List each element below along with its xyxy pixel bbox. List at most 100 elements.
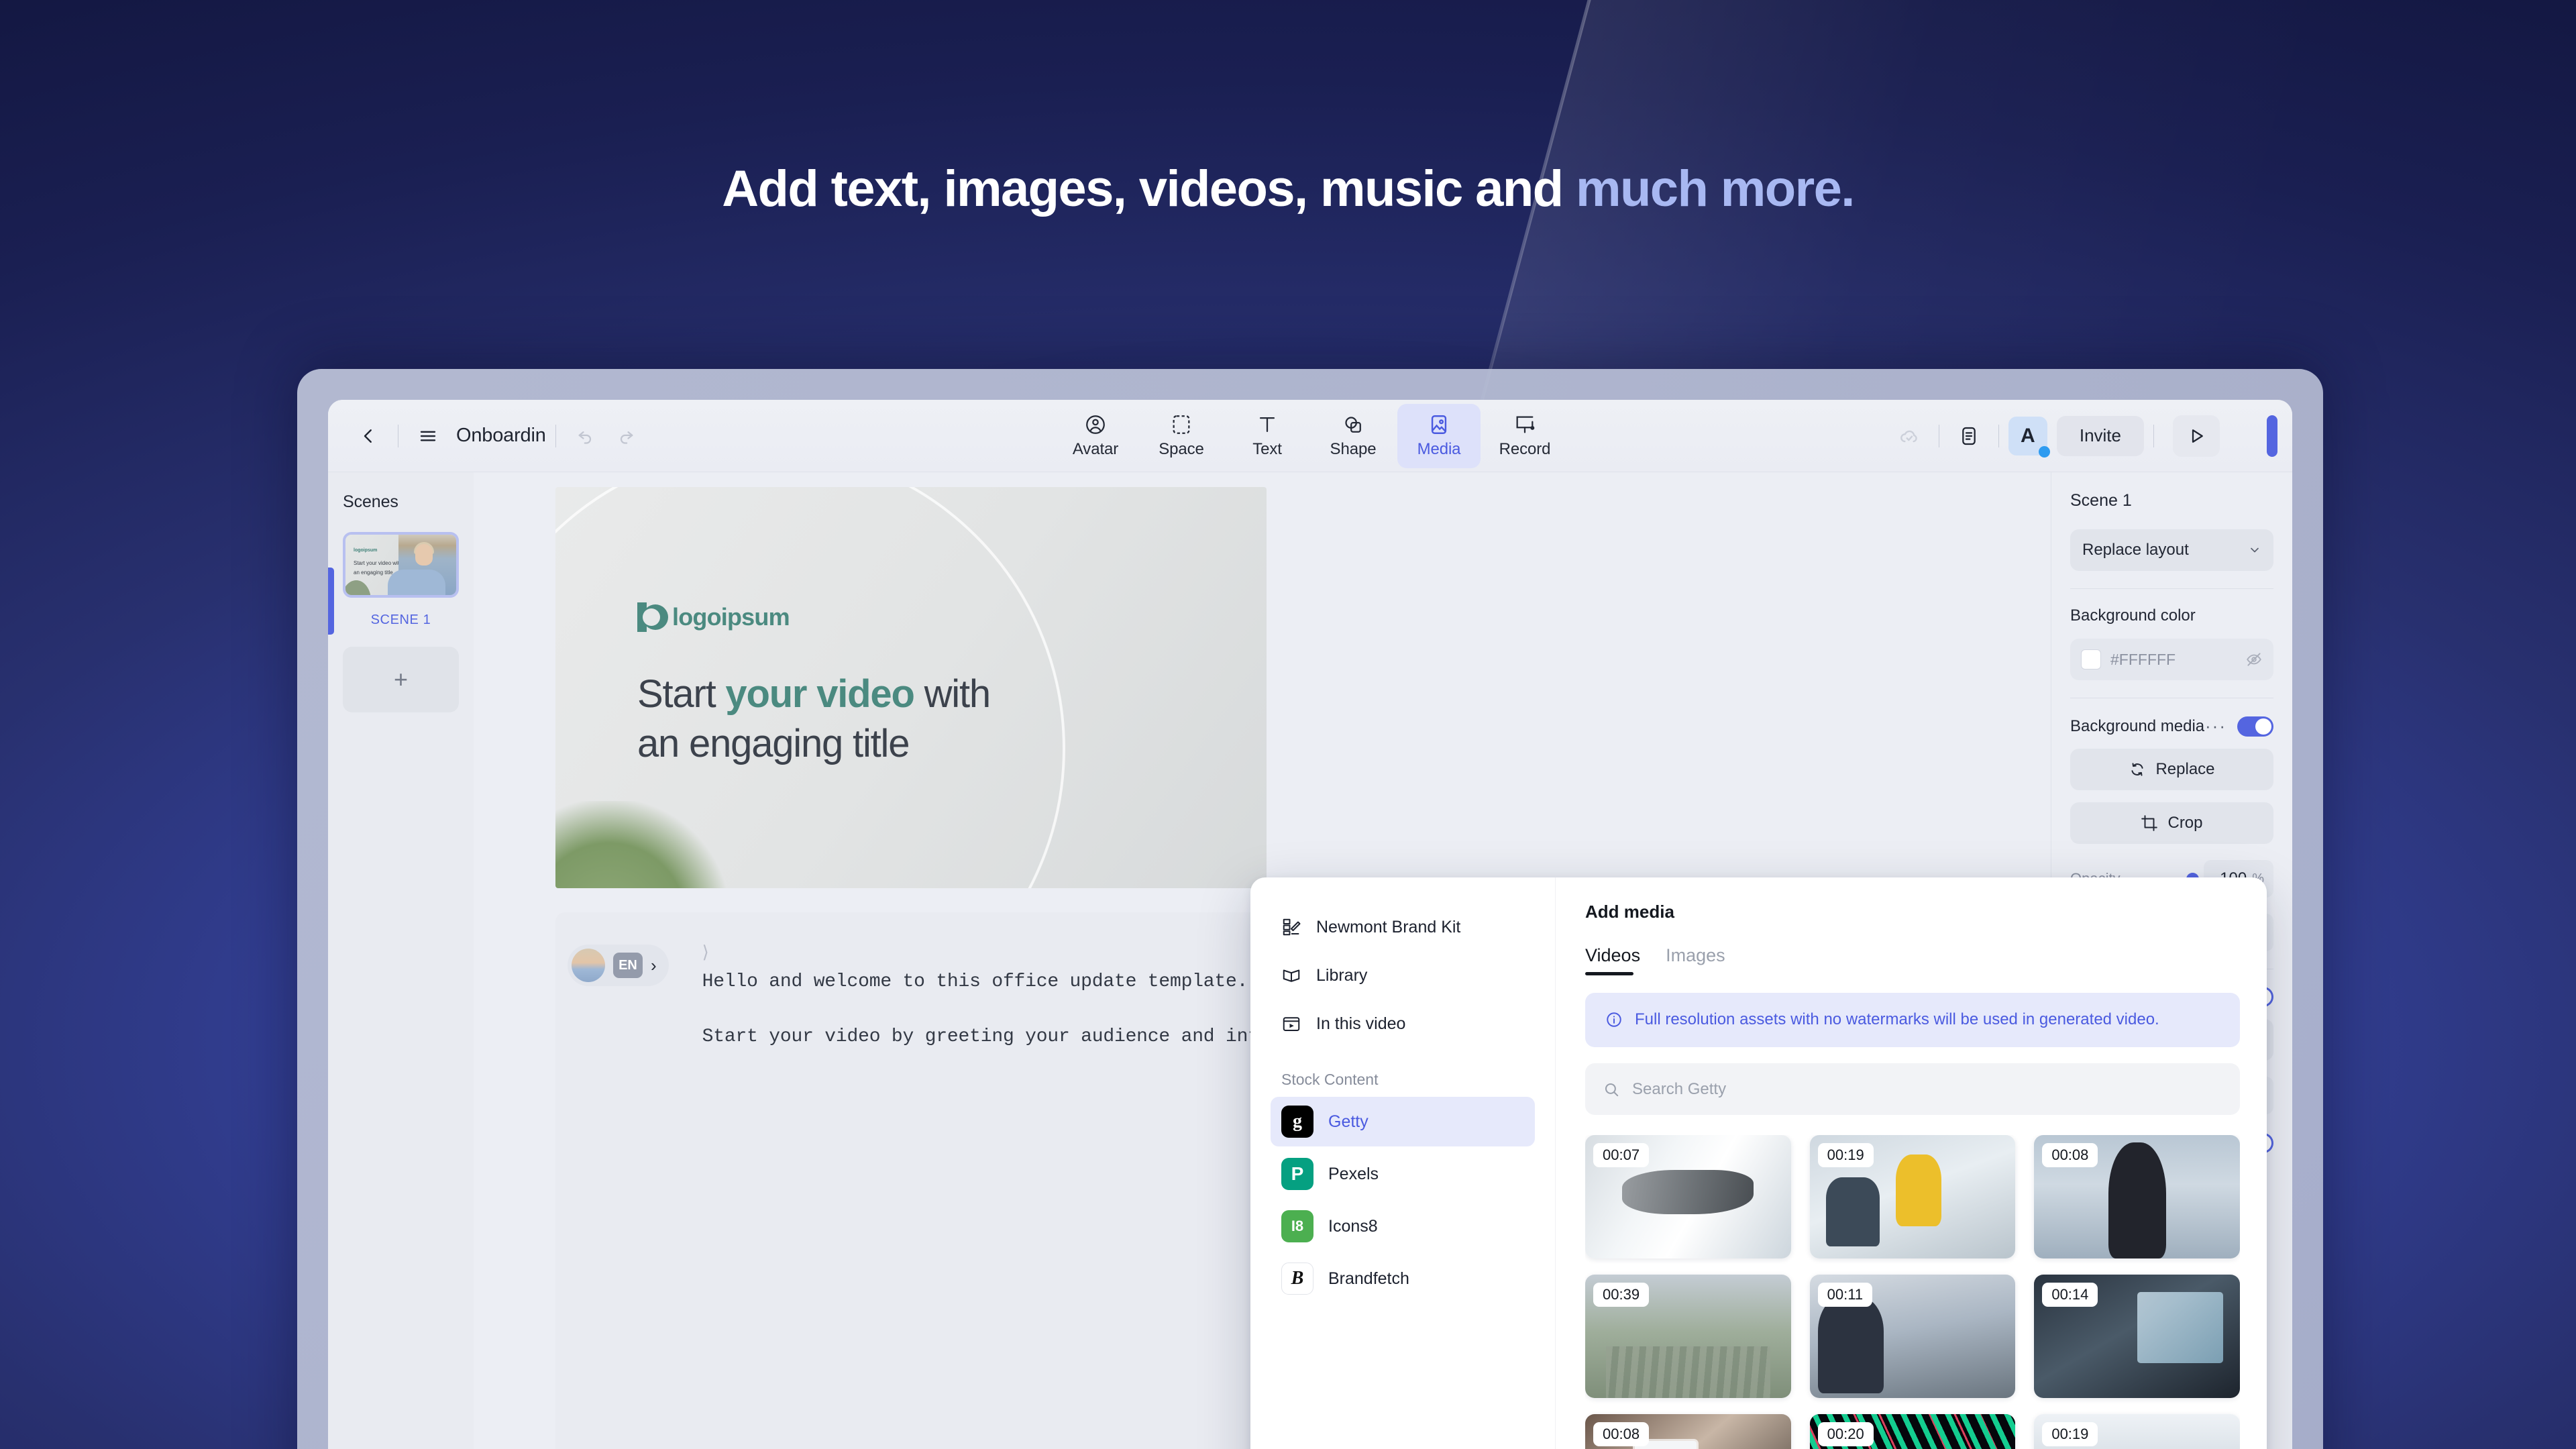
tab-images[interactable]: Images xyxy=(1666,945,1725,975)
right-edge-accent xyxy=(2267,415,2277,457)
media-nav-brand-kit-label: Newmont Brand Kit xyxy=(1316,918,1460,937)
media-nav-library-label: Library xyxy=(1316,966,1367,985)
media-nav-library[interactable]: Library xyxy=(1271,951,1535,1000)
stock-source-getty[interactable]: g Getty xyxy=(1271,1097,1535,1146)
media-result-item[interactable]: 00:14 xyxy=(2034,1275,2240,1398)
replace-media-button[interactable]: Replace xyxy=(2070,749,2273,790)
media-result-item[interactable]: 00:19 xyxy=(2034,1414,2240,1449)
replace-layout-select[interactable]: Replace layout xyxy=(2070,529,2273,571)
chevron-right-icon[interactable]: › xyxy=(651,955,657,976)
media-duration: 00:19 xyxy=(1818,1143,1874,1167)
media-popup-sidebar: Newmont Brand Kit Library In this video … xyxy=(1250,877,1556,1449)
slide-plant-decoration xyxy=(555,801,730,888)
toolbar-tools: Avatar Space Text Shape Media Record xyxy=(1054,404,1566,468)
icons8-logo-icon: I8 xyxy=(1281,1210,1313,1242)
user-avatar[interactable]: A xyxy=(2008,417,2047,455)
media-duration: 00:08 xyxy=(2042,1143,2098,1167)
tool-space[interactable]: Space xyxy=(1140,404,1223,468)
media-duration: 00:08 xyxy=(1593,1422,1649,1446)
media-result-item[interactable]: 00:08 xyxy=(1585,1414,1791,1449)
replace-media-label: Replace xyxy=(2155,760,2214,779)
presence-dot xyxy=(2039,446,2050,458)
toolbar-right-group: A Invite xyxy=(1889,415,2292,457)
speaker-chip[interactable]: EN › xyxy=(568,945,669,986)
media-result-item[interactable]: 00:19 xyxy=(1810,1135,2016,1258)
background-media-toggle[interactable] xyxy=(2237,716,2273,737)
stock-source-icons8-label: Icons8 xyxy=(1328,1217,1378,1236)
tool-avatar[interactable]: Avatar xyxy=(1054,404,1137,468)
media-duration: 00:20 xyxy=(1818,1422,1874,1446)
slide-heading-line2: an engaging title xyxy=(637,722,909,765)
scene-thumb-presenter-body xyxy=(388,570,445,595)
script-document-icon[interactable] xyxy=(1949,416,1989,456)
toolbar-divider-2 xyxy=(555,425,556,447)
scene-thumbnail[interactable]: logoipsum Start your video with an engag… xyxy=(343,532,459,598)
search-getty-field[interactable]: Search Getty xyxy=(1585,1063,2240,1115)
getty-logo-icon: g xyxy=(1281,1106,1313,1138)
slide-heading-bold: your video xyxy=(725,672,914,716)
brandfetch-logo-icon: B xyxy=(1281,1263,1313,1295)
stock-source-pexels[interactable]: P Pexels xyxy=(1271,1149,1535,1199)
crop-label: Crop xyxy=(2167,814,2202,833)
project-title[interactable]: Onboardin xyxy=(456,425,546,447)
color-swatch[interactable] xyxy=(2081,649,2101,669)
user-initial: A xyxy=(2021,425,2035,447)
background-color-label: Background color xyxy=(2070,606,2273,625)
tool-avatar-label: Avatar xyxy=(1073,440,1118,459)
resolution-notice-text: Full resolution assets with no watermark… xyxy=(1635,1010,2159,1029)
page-headline: Add text, images, videos, music and much… xyxy=(0,160,2576,218)
refresh-icon xyxy=(2129,761,2146,778)
replace-layout-label: Replace layout xyxy=(2082,541,2189,559)
undo-icon[interactable] xyxy=(566,416,606,456)
media-nav-brand-kit[interactable]: Newmont Brand Kit xyxy=(1271,903,1535,951)
tool-record[interactable]: Record xyxy=(1483,404,1566,468)
tool-text[interactable]: Text xyxy=(1226,404,1309,468)
properties-title: Scene 1 xyxy=(2070,491,2273,511)
scene-thumb-presenter-head xyxy=(415,544,433,566)
scene-thumb-line1: Start your video with xyxy=(354,560,402,566)
toolbar-divider-4 xyxy=(1998,425,1999,447)
hamburger-menu-icon[interactable] xyxy=(408,416,448,456)
crop-button[interactable]: Crop xyxy=(2070,802,2273,844)
media-nav-in-this-video[interactable]: In this video xyxy=(1271,1000,1535,1048)
tool-media[interactable]: Media xyxy=(1397,404,1481,468)
stock-source-brandfetch[interactable]: B Brandfetch xyxy=(1271,1254,1535,1303)
media-result-item[interactable]: 00:08 xyxy=(2034,1135,2240,1258)
tool-record-label: Record xyxy=(1499,440,1551,459)
tool-shape[interactable]: Shape xyxy=(1311,404,1395,468)
cloud-check-icon[interactable] xyxy=(1889,416,1929,456)
media-result-item[interactable]: 00:07 xyxy=(1585,1135,1791,1258)
media-results-grid: 00:07 00:19 00:08 00:39 00:11 00:14 00:0… xyxy=(1585,1135,2240,1449)
scenes-title: Scenes xyxy=(343,492,459,512)
media-duration: 00:14 xyxy=(2042,1283,2098,1307)
back-button[interactable] xyxy=(348,416,388,456)
add-scene-button[interactable]: + xyxy=(343,647,459,712)
invite-button[interactable]: Invite xyxy=(2057,416,2144,456)
play-button[interactable] xyxy=(2173,415,2220,457)
background-color-field[interactable]: #FFFFFF xyxy=(2070,639,2273,680)
headline-accent: much more. xyxy=(1576,160,1854,217)
scene-label: SCENE 1 xyxy=(343,612,459,628)
eye-off-icon[interactable] xyxy=(2245,651,2263,668)
scene-selection-indicator xyxy=(328,568,334,635)
stock-content-section-label: Stock Content xyxy=(1281,1071,1535,1089)
speaker-language-badge[interactable]: EN xyxy=(613,953,643,978)
canvas-slide[interactable]: logoipsum Start your video with an engag… xyxy=(555,487,1267,888)
stock-source-getty-label: Getty xyxy=(1328,1112,1368,1132)
slide-logo: logoipsum xyxy=(637,602,790,632)
slide-heading-part1: Start xyxy=(637,672,725,716)
background-media-more-button[interactable]: ··· xyxy=(2205,716,2226,737)
tab-videos[interactable]: Videos xyxy=(1585,945,1640,975)
media-result-item[interactable]: 00:11 xyxy=(1810,1275,2016,1398)
media-duration: 00:11 xyxy=(1818,1283,1872,1307)
stock-source-icons8[interactable]: I8 Icons8 xyxy=(1271,1201,1535,1251)
media-result-item[interactable]: 00:39 xyxy=(1585,1275,1791,1398)
slide-heading-part2: with xyxy=(914,672,990,716)
background-media-row: Background media ··· xyxy=(2070,716,2273,737)
redo-icon[interactable] xyxy=(606,416,646,456)
chevron-down-icon xyxy=(2248,543,2261,557)
media-result-item[interactable]: 00:20 xyxy=(1810,1414,2016,1449)
media-nav-in-this-video-label: In this video xyxy=(1316,1014,1405,1034)
search-getty-placeholder: Search Getty xyxy=(1632,1080,1726,1099)
stock-source-brandfetch-label: Brandfetch xyxy=(1328,1269,1409,1289)
